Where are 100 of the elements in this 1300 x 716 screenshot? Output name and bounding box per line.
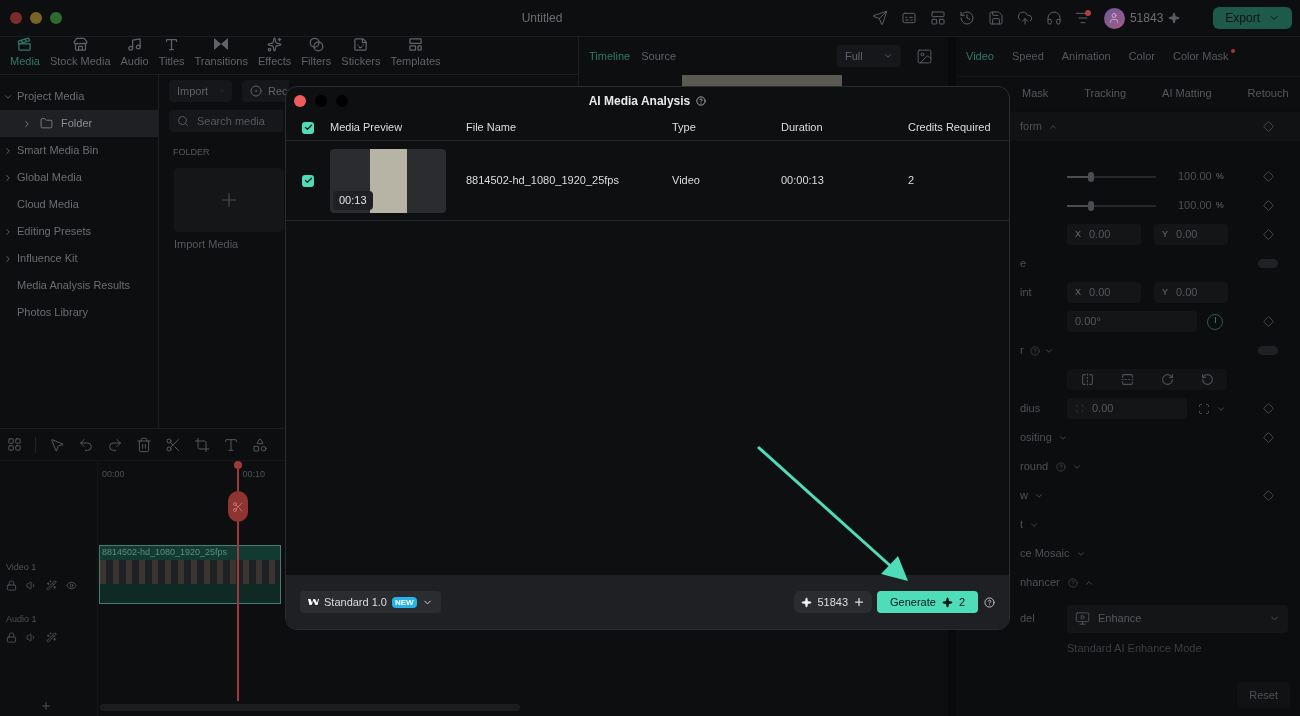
generate-button[interactable]: Generate 2 (877, 591, 978, 613)
zoom-window-button[interactable] (50, 12, 62, 24)
section-title[interactable]: nhancer (1020, 574, 1060, 591)
radius-input[interactable]: 0.00 (1067, 398, 1187, 419)
sidebar-item[interactable]: Editing Presets (0, 218, 158, 245)
video-clip[interactable]: 8814502-hd_1080_1920_25fps (99, 545, 281, 604)
headset-icon[interactable] (1045, 10, 1062, 26)
redo-icon[interactable] (107, 436, 123, 453)
eye-icon[interactable] (66, 579, 77, 591)
x-input[interactable]: X 0.00 (1067, 282, 1141, 303)
speaker-icon[interactable] (26, 579, 37, 591)
keyframe-icon[interactable] (1263, 229, 1274, 240)
import-media-tile[interactable] (174, 167, 284, 232)
media-tab[interactable]: Filters (296, 36, 337, 69)
media-tab[interactable]: Transitions (189, 35, 253, 69)
sidebar-item[interactable]: Project Media (0, 83, 158, 110)
media-tab[interactable]: Audio (115, 36, 154, 69)
chevron-right-icon[interactable] (3, 172, 13, 183)
pointer-icon[interactable] (49, 436, 65, 453)
checkbox[interactable] (302, 121, 314, 134)
sidebar-item[interactable]: Smart Media Bin (0, 137, 158, 164)
magic-wand-icon[interactable] (46, 631, 57, 643)
rotate-right-icon[interactable] (1160, 373, 1174, 386)
cloud-upload-icon[interactable] (1016, 10, 1033, 26)
rotate-left-icon[interactable] (1200, 373, 1214, 386)
lock-icon[interactable] (6, 579, 17, 591)
snapshot-icon[interactable] (916, 47, 933, 65)
section-title[interactable]: t (1020, 516, 1024, 533)
y-input[interactable]: Y 0.00 (1154, 282, 1228, 303)
inspector-subtab[interactable]: AI Matting (1162, 85, 1212, 102)
slider-thumb[interactable] (1088, 200, 1094, 211)
section-title[interactable]: w (1020, 487, 1028, 504)
import-button[interactable]: Import (169, 80, 232, 102)
save-icon[interactable] (987, 10, 1004, 26)
sidebar-item[interactable]: Folder (0, 110, 158, 137)
inspector-tab[interactable]: Color (1128, 48, 1155, 65)
captions-icon[interactable] (900, 10, 917, 26)
layout-icon[interactable] (929, 10, 946, 26)
chevron-right-icon[interactable] (3, 145, 13, 156)
sidebar-item[interactable]: Cloud Media (0, 191, 158, 218)
zoom-dropdown[interactable]: Full (837, 45, 901, 67)
lock-icon[interactable] (6, 631, 17, 643)
media-tab[interactable]: Stock Media (44, 36, 116, 69)
inspector-tab[interactable]: Color Mask (1172, 48, 1235, 65)
text-icon[interactable] (223, 436, 239, 453)
x-input[interactable]: X 0.00 (1067, 224, 1141, 245)
undo-icon[interactable] (78, 436, 94, 453)
keyframe-icon[interactable] (1263, 490, 1274, 501)
inspector-subtab[interactable]: Retouch (1247, 85, 1289, 102)
sidebar-item[interactable]: Global Media (0, 164, 158, 191)
sidebar-item[interactable]: Media Analysis Results (0, 272, 158, 299)
section-title[interactable]: round (1020, 458, 1049, 475)
checkbox[interactable] (302, 174, 314, 187)
chevron-right-icon[interactable] (22, 118, 32, 129)
corners-icon[interactable] (1198, 402, 1210, 415)
minimize-window-button[interactable] (30, 12, 42, 24)
menu-icon[interactable] (1074, 10, 1091, 26)
keyframe-icon[interactable] (1263, 200, 1274, 211)
model-dropdown[interactable]: Enhance (1067, 604, 1288, 633)
magic-wand-icon[interactable] (46, 579, 57, 591)
section-title[interactable]: ositing (1020, 429, 1052, 446)
reset-button[interactable]: Reset (1237, 682, 1290, 708)
section-title[interactable]: ce Mosaic (1020, 545, 1070, 562)
media-tab[interactable]: Titles (153, 36, 190, 69)
angle-input[interactable]: 0.00° (1067, 311, 1197, 332)
slider-thumb[interactable] (1088, 171, 1094, 182)
keyframe-icon[interactable] (1263, 403, 1274, 414)
speaker-icon[interactable] (26, 631, 37, 643)
inspector-tab[interactable]: Video (966, 48, 994, 65)
media-tab[interactable]: Templates (385, 36, 446, 69)
sidebar-item[interactable]: Influence Kit (0, 245, 158, 272)
crop-icon[interactable] (194, 436, 210, 453)
media-tab[interactable]: Stickers (336, 36, 386, 69)
avatar-icon[interactable] (1103, 7, 1125, 29)
y-input[interactable]: Y 0.00 (1154, 224, 1228, 245)
sidebar-item[interactable]: Photos Library (0, 299, 158, 326)
trash-icon[interactable] (136, 436, 152, 453)
flip-horizontal-icon[interactable] (1080, 373, 1094, 386)
credits-pill[interactable]: 51843 (794, 591, 872, 613)
scissors-icon[interactable] (165, 436, 181, 453)
shapes-icon[interactable] (252, 436, 268, 453)
media-tab[interactable]: Effects (252, 36, 297, 69)
record-button[interactable]: Rec (242, 80, 289, 102)
grid-icon[interactable] (7, 437, 22, 452)
media-tab[interactable]: Media (5, 36, 45, 69)
chevron-right-icon[interactable] (3, 253, 13, 264)
section-title[interactable]: form (1020, 118, 1042, 135)
split-button[interactable] (228, 491, 248, 522)
help-icon[interactable] (984, 596, 995, 608)
export-button[interactable]: Export (1213, 7, 1292, 29)
model-dropdown[interactable]: Standard 1.0 NEW (300, 591, 441, 613)
inspector-tab[interactable]: Speed (1011, 48, 1044, 65)
chevron-right-icon[interactable] (3, 226, 13, 237)
keyframe-icon[interactable] (1263, 171, 1274, 182)
inspector-tab[interactable]: Animation (1061, 48, 1111, 65)
close-window-button[interactable] (10, 12, 22, 24)
player-tab[interactable]: Timeline (589, 47, 631, 65)
keyframe-icon[interactable] (1263, 432, 1274, 443)
history-icon[interactable] (958, 10, 975, 26)
keyframe-icon[interactable] (1263, 316, 1274, 327)
